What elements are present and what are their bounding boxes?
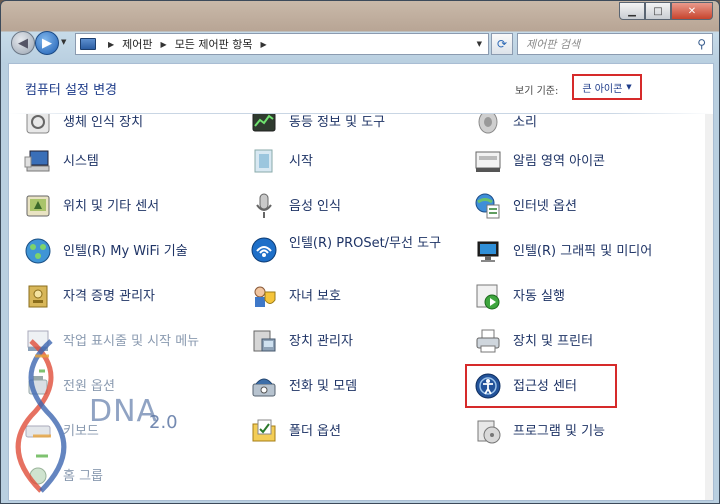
item-phone-modem[interactable]: 전화 및 모뎀	[249, 370, 357, 402]
location-sensor-icon	[23, 191, 53, 221]
content-pane: 컴퓨터 설정 변경 보기 기준: 큰 아이콘 ▼ 생체 인식 장치 동등 정보 …	[8, 63, 714, 501]
folder-options-icon	[249, 416, 279, 446]
breadcrumb-all-items[interactable]: 모든 제어판 항목	[175, 36, 253, 52]
item-parental-controls[interactable]: 자녀 보호	[249, 280, 341, 312]
maximize-button[interactable]: □	[645, 2, 671, 20]
power-options-icon	[23, 371, 53, 401]
item-label: 작업 표시줄 및 시작 메뉴	[63, 333, 200, 349]
item-label: 알림 영역 아이콘	[513, 153, 605, 169]
item-label: 자격 증명 관리자	[63, 288, 155, 304]
item-programs-features[interactable]: 프로그램 및 기능	[473, 415, 605, 447]
item-label: 키보드	[63, 423, 99, 439]
search-icon[interactable]: ⚲	[697, 37, 706, 51]
item-taskbar-start-menu[interactable]: 작업 표시줄 및 시작 메뉴	[23, 325, 199, 357]
chevron-right-icon[interactable]: ▶	[161, 40, 167, 49]
item-label: 동등 정보 및 도구	[289, 114, 386, 130]
forward-button[interactable]: ▶	[35, 31, 59, 55]
close-button[interactable]: ✕	[671, 2, 713, 20]
item-notification-area-icons[interactable]: 알림 영역 아이콘	[473, 145, 605, 177]
page-title: 컴퓨터 설정 변경	[25, 83, 117, 98]
item-label: 인터넷 옵션	[513, 198, 577, 214]
item-intel-proset-wireless[interactable]: 인텔(R) PROSet/무선 도구	[249, 235, 454, 271]
credential-manager-icon	[23, 281, 53, 311]
caption-buttons: ▁ □ ✕	[619, 2, 713, 20]
item-intel-graphics-media[interactable]: 인텔(R) 그래픽 및 미디어	[473, 235, 652, 267]
item-label: 장치 관리자	[289, 333, 353, 349]
view-by-value: 큰 아이콘	[582, 83, 623, 95]
minimize-button[interactable]: ▁	[619, 2, 645, 20]
homegroup-icon	[23, 461, 53, 491]
item-credential-manager[interactable]: 자격 증명 관리자	[23, 280, 155, 312]
internet-options-icon	[473, 191, 503, 221]
item-label: 장치 및 프린터	[513, 333, 594, 349]
recent-pages-dropdown[interactable]: ▼	[61, 38, 66, 46]
intel-wifi-icon	[23, 236, 53, 266]
item-label: 자녀 보호	[289, 288, 341, 304]
item-intel-my-wifi[interactable]: 인텔(R) My WiFi 기술	[23, 235, 188, 267]
item-autoplay[interactable]: 자동 실행	[473, 280, 565, 312]
item-keyboard[interactable]: 키보드	[23, 415, 99, 447]
refresh-button[interactable]: ⟳	[491, 33, 513, 55]
item-label: 음성 인식	[289, 198, 341, 214]
getting-started-icon	[249, 146, 279, 176]
notification-area-icon	[473, 146, 503, 176]
item-label: 시작	[289, 153, 313, 169]
search-placeholder: 제어판 검색	[526, 38, 581, 51]
address-dropdown-icon[interactable]: ▼	[477, 40, 482, 48]
item-label: 생체 인식 장치	[63, 114, 144, 130]
vertical-scrollbar[interactable]	[705, 114, 713, 500]
phone-modem-icon	[249, 371, 279, 401]
item-label: 전화 및 모뎀	[289, 378, 358, 394]
item-location-sensors[interactable]: 위치 및 기타 센서	[23, 190, 159, 222]
chevron-down-icon: ▼	[626, 83, 632, 91]
device-manager-icon	[249, 326, 279, 356]
item-label: 시스템	[63, 153, 99, 169]
item-devices-printers[interactable]: 장치 및 프린터	[473, 325, 593, 357]
item-getting-started[interactable]: 시작	[249, 145, 313, 177]
item-homegroup[interactable]: 홈 그룹	[23, 460, 103, 492]
item-power-options[interactable]: 전원 옵션	[23, 370, 115, 402]
item-label: 자동 실행	[513, 288, 565, 304]
intel-proset-icon	[249, 235, 279, 265]
search-input[interactable]: 제어판 검색 ⚲	[517, 33, 713, 55]
item-label: 위치 및 기타 센서	[63, 198, 160, 214]
programs-features-icon	[473, 416, 503, 446]
item-internet-options[interactable]: 인터넷 옵션	[473, 190, 577, 222]
item-label: 홈 그룹	[63, 468, 104, 484]
system-icon	[23, 146, 53, 176]
item-label: 폴더 옵션	[289, 423, 341, 439]
autoplay-icon	[473, 281, 503, 311]
view-by-label: 보기 기준:	[515, 86, 559, 97]
item-device-manager[interactable]: 장치 관리자	[249, 325, 353, 357]
item-label: 프로그램 및 기능	[513, 423, 605, 439]
navigation-bar: ◀ ▶ ▼ ▶ 제어판 ▶ 모든 제어판 항목 ▶ ▼ ⟳ 제어판 검색 ⚲	[1, 29, 719, 59]
microphone-icon	[249, 191, 279, 221]
printer-icon	[473, 326, 503, 356]
control-panel-window: ▁ □ ✕ ◀ ▶ ▼ ▶ 제어판 ▶ 모든 제어판 항목 ▶ ▼ ⟳ 제어판 …	[0, 0, 720, 504]
keyboard-icon	[23, 416, 53, 446]
parental-controls-icon	[249, 281, 279, 311]
control-panel-icon	[80, 38, 96, 50]
view-by-dropdown[interactable]: 큰 아이콘 ▼	[572, 74, 642, 100]
header-divider	[9, 113, 713, 114]
address-bar[interactable]: ▶ 제어판 ▶ 모든 제어판 항목 ▶ ▼	[75, 33, 489, 55]
item-label: 전원 옵션	[63, 378, 115, 394]
intel-graphics-icon	[473, 236, 503, 266]
item-label: 인텔(R) PROSet/무선 도구	[289, 236, 442, 251]
item-speech-recognition[interactable]: 음성 인식	[249, 190, 341, 222]
item-system[interactable]: 시스템	[23, 145, 99, 177]
highlight-ease-of-access	[465, 364, 617, 408]
chevron-right-icon[interactable]: ▶	[261, 40, 267, 49]
content-header: 컴퓨터 설정 변경 보기 기준: 큰 아이콘 ▼	[9, 64, 713, 114]
back-button[interactable]: ◀	[11, 31, 35, 55]
item-folder-options[interactable]: 폴더 옵션	[249, 415, 341, 447]
item-label: 소리	[513, 114, 537, 130]
chevron-right-icon[interactable]: ▶	[108, 40, 114, 49]
item-label: 인텔(R) 그래픽 및 미디어	[513, 243, 653, 259]
item-label: 인텔(R) My WiFi 기술	[63, 243, 188, 259]
breadcrumb-control-panel[interactable]: 제어판	[122, 36, 152, 52]
taskbar-icon	[23, 326, 53, 356]
